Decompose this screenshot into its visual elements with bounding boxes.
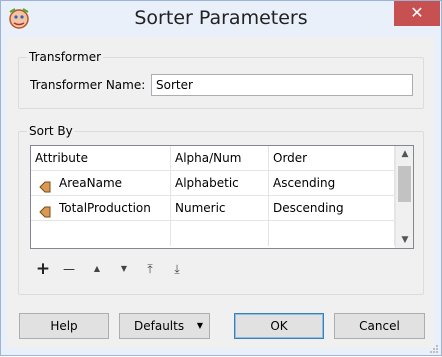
move-to-top-button[interactable]: ⤒ (141, 261, 159, 279)
dropdown-caret-icon: ▼ (196, 321, 203, 330)
arrow-top-icon: ⤒ (147, 262, 153, 276)
arrow-up-icon: ▲ (93, 264, 101, 273)
table-row-order-cell[interactable]: Descending (269, 196, 395, 221)
arrow-down-icon: ▼ (120, 264, 128, 273)
table-row-order-cell[interactable]: Ascending (269, 171, 395, 196)
empty-cell (171, 221, 269, 246)
close-icon: ✕ (410, 3, 424, 22)
column-header-order[interactable]: Order (269, 146, 395, 171)
move-up-button[interactable]: ▲ (88, 261, 106, 279)
table-row-attribute-cell[interactable]: AreaName (31, 171, 171, 196)
add-row-button[interactable]: + (34, 261, 52, 279)
resize-grip-icon[interactable] (429, 343, 439, 353)
transformer-name-input[interactable] (151, 74, 413, 96)
table-row-alpha-num-cell[interactable]: Numeric (171, 196, 269, 221)
empty-cell (269, 221, 395, 246)
scroll-down-icon[interactable]: ▼ (396, 235, 414, 245)
dialog-window: Sorter Parameters ✕ Transformer Transfor… (0, 0, 442, 356)
attribute-icon (39, 202, 51, 220)
column-header-alpha-num[interactable]: Alpha/Num (171, 146, 269, 171)
attribute-value: AreaName (59, 176, 123, 190)
move-to-bottom-button[interactable]: ⤓ (168, 261, 186, 279)
close-button[interactable]: ✕ (394, 1, 440, 26)
scroll-thumb[interactable] (398, 166, 411, 202)
table-row-attribute-cell[interactable]: TotalProduction (31, 196, 171, 221)
window-title: Sorter Parameters (134, 7, 308, 29)
transformer-group-title: Transformer (27, 50, 104, 64)
defaults-button[interactable]: Defaults ▼ (119, 313, 210, 339)
dialog-body: Transformer Transformer Name: Sort By At… (8, 37, 434, 348)
remove-row-button[interactable]: — (60, 261, 78, 279)
vertical-scrollbar[interactable]: ▲ ▼ (395, 146, 413, 248)
plus-icon: + (35, 259, 51, 279)
ok-button[interactable]: OK (234, 313, 324, 339)
defaults-label: Defaults (134, 319, 185, 333)
cancel-button[interactable]: Cancel (334, 313, 425, 339)
transformer-group: Transformer Transformer Name: (18, 50, 424, 109)
sort-by-table: Attribute Alpha/Num Order AreaName Alpha… (30, 145, 414, 249)
move-down-button[interactable]: ▼ (115, 261, 133, 279)
title-bar: Sorter Parameters ✕ (1, 1, 441, 37)
attribute-value: TotalProduction (59, 201, 151, 215)
table-row-alpha-num-cell[interactable]: Alphabetic (171, 171, 269, 196)
attribute-icon (39, 177, 51, 195)
help-button[interactable]: Help (19, 313, 109, 339)
empty-cell (31, 221, 171, 246)
column-header-attribute[interactable]: Attribute (31, 146, 171, 171)
scroll-up-icon[interactable]: ▲ (396, 149, 414, 159)
transformer-name-label: Transformer Name: (30, 78, 146, 92)
sort-by-group-title: Sort By (27, 124, 75, 138)
arrow-bottom-icon: ⤓ (174, 262, 180, 276)
minus-icon: — (63, 262, 75, 276)
